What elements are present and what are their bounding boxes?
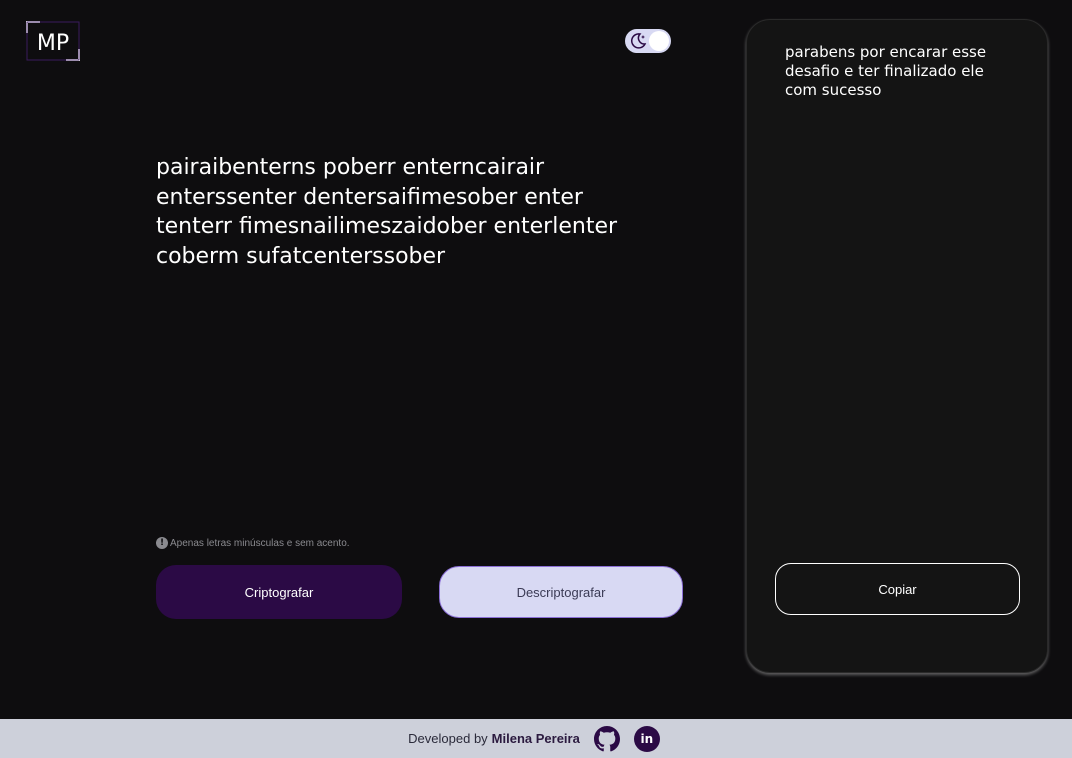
encrypt-button[interactable]: Criptografar [156,565,402,619]
input-hint: ! Apenas letras minúsculas e sem acento. [156,537,350,549]
message-input[interactable]: pairaibenterns poberr enterncairair ente… [156,153,656,513]
linkedin-icon[interactable]: in [633,725,660,752]
logo: MP [26,21,80,61]
decrypt-button[interactable]: Descriptografar [439,566,683,618]
toggle-knob[interactable] [649,31,669,51]
footer-author: Milena Pereira [491,731,580,746]
footer: Developed by Milena Pereira in [0,719,1072,758]
logo-text: MP [37,31,69,56]
output-panel: parabens por encarar esse desafio e ter … [746,19,1048,673]
output-text: parabens por encarar esse desafio e ter … [785,43,987,99]
moon-icon [628,31,648,51]
copy-button[interactable]: Copiar [775,563,1020,615]
linkedin-label: in [640,731,654,746]
info-icon: ! [156,537,168,549]
theme-toggle[interactable] [625,29,671,53]
hint-text: Apenas letras minúsculas e sem acento. [170,537,350,549]
github-icon[interactable] [593,725,620,752]
footer-prefix: Developed by [408,731,488,746]
